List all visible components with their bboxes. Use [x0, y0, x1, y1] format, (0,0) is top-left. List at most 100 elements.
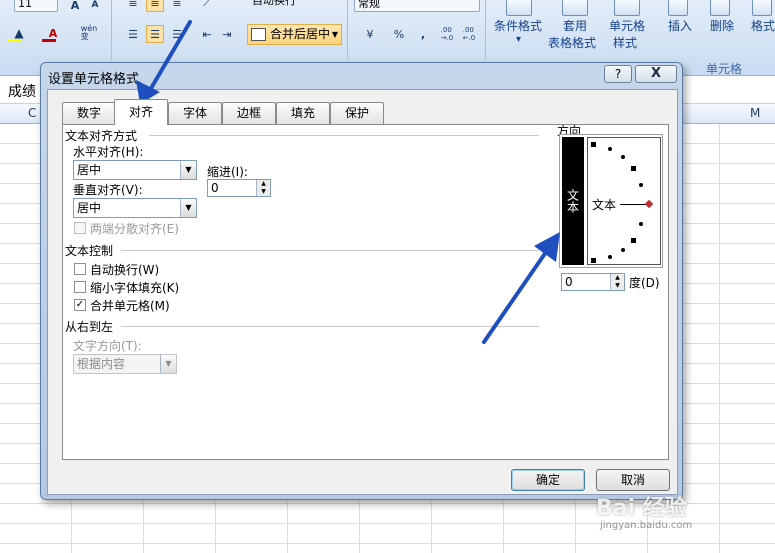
vertical-align-select[interactable]: 居中 ▼: [73, 198, 197, 218]
decrease-decimal-button[interactable]: .00 ←.0: [460, 25, 478, 43]
orientation-point[interactable]: [608, 255, 612, 259]
format-button[interactable]: 格式: [751, 17, 775, 34]
fill-color-button[interactable]: ▲: [6, 24, 32, 42]
orientation-handle[interactable]: [644, 199, 654, 209]
align-center-button[interactable]: ☰: [146, 25, 164, 43]
spinner-arrows-icon[interactable]: ▲ ▼: [610, 274, 624, 290]
orientation-point[interactable]: [621, 248, 625, 252]
indent-label: 缩进(I):: [207, 165, 248, 179]
tab-border[interactable]: 边框: [222, 102, 276, 124]
merge-icon: [251, 28, 266, 41]
align-right-button[interactable]: ☰: [168, 25, 186, 43]
tab-number[interactable]: 数字: [62, 102, 116, 124]
align-right-icon: ☰: [172, 27, 182, 41]
delete-icon: [710, 0, 730, 16]
orientation-control[interactable]: 文本 文本: [559, 134, 663, 268]
merge-cells-checkbox[interactable]: ✓: [74, 299, 86, 311]
merge-center-label: 合并后居中: [270, 27, 331, 41]
orientation-point[interactable]: [631, 238, 636, 243]
percent-button[interactable]: %: [390, 25, 408, 43]
text-control-heading: 文本控制: [65, 244, 114, 258]
ok-button[interactable]: 确定: [511, 469, 585, 491]
orientation-point[interactable]: [639, 183, 643, 187]
horizontal-align-select[interactable]: 居中 ▼: [73, 160, 197, 180]
increase-decimal-button[interactable]: .00 →.0: [438, 25, 456, 43]
text-direction-value: 根据内容: [77, 357, 126, 371]
column-header-m[interactable]: M: [750, 106, 760, 120]
orientation-button[interactable]: ⟋: [198, 0, 216, 12]
phonetic-button[interactable]: wén 变: [76, 24, 102, 42]
orientation-needle: [620, 204, 648, 205]
format-cells-dialog: 设置单元格格式 ? X 数字 对齐 字体 边框 填充 保护 文本对齐方式 水平对…: [40, 62, 683, 500]
tab-font[interactable]: 字体: [168, 102, 222, 124]
spinner-arrows-icon[interactable]: ▲ ▼: [256, 180, 270, 196]
column-header-c[interactable]: C: [28, 106, 36, 120]
shrink-to-fit-label: 缩小字体填充(K): [90, 281, 180, 295]
section-divider: [121, 250, 539, 251]
table-format-icon: [562, 0, 588, 16]
font-color-button[interactable]: A: [40, 24, 66, 42]
orientation-point[interactable]: [639, 222, 643, 226]
indent-spinner[interactable]: 0 ▲ ▼: [207, 179, 271, 197]
chevron-down-icon: ▼: [180, 161, 196, 179]
name-box[interactable]: 成绩: [8, 81, 36, 101]
orientation-point[interactable]: [591, 142, 596, 147]
align-bottom-icon: ≡: [172, 0, 182, 10]
align-left-button[interactable]: ☰: [124, 25, 142, 43]
section-divider: [149, 135, 539, 136]
ribbon-number-group: 常规 ¥ % , .00 →.0 .00 ←.0: [348, 0, 486, 60]
increase-indent-button[interactable]: ⇥: [218, 25, 236, 43]
comma-button[interactable]: ,: [414, 25, 432, 43]
delete-button[interactable]: 删除: [710, 17, 734, 34]
font-size-combo[interactable]: 11: [14, 0, 58, 12]
align-top-button[interactable]: ≡: [124, 0, 142, 12]
orientation-point[interactable]: [621, 155, 625, 159]
insert-icon: [668, 0, 688, 16]
paint-bucket-icon: ▲: [14, 26, 24, 40]
vertical-text-button[interactable]: 文本: [562, 137, 584, 265]
degree-value: 0: [565, 275, 573, 289]
align-middle-button[interactable]: ≡: [146, 0, 164, 12]
currency-button[interactable]: ¥: [356, 25, 384, 43]
orientation-preview-text: 文本: [592, 198, 617, 212]
vertical-align-value: 居中: [77, 201, 102, 215]
help-button[interactable]: ?: [604, 65, 632, 83]
orientation-point[interactable]: [591, 258, 596, 263]
text-direction-select[interactable]: 根据内容 ▼: [73, 354, 177, 374]
number-format-combo[interactable]: 常规: [354, 0, 480, 12]
decrease-indent-button[interactable]: ⇤: [198, 25, 216, 43]
close-button[interactable]: X: [635, 65, 677, 83]
wrap-text-checkbox[interactable]: [74, 263, 86, 275]
shrink-to-fit-checkbox[interactable]: [74, 281, 86, 293]
indent-icon: ⇥: [222, 27, 232, 41]
chevron-down-icon: ▼: [331, 30, 338, 39]
table-format-button[interactable]: 表格格式: [548, 34, 596, 51]
horizontal-align-value: 居中: [77, 163, 102, 177]
orientation-dial[interactable]: 文本: [587, 137, 661, 265]
checkmark-icon: ✓: [75, 299, 85, 310]
align-middle-icon: ≡: [150, 0, 160, 10]
rtl-heading: 从右到左: [65, 320, 114, 334]
conditional-format-button[interactable]: 条件格式: [494, 17, 542, 34]
wrap-text-button[interactable]: 自动换行: [252, 0, 296, 8]
degree-spinner[interactable]: 0 ▲ ▼: [561, 273, 625, 291]
tab-protection[interactable]: 保护: [330, 102, 384, 124]
vertical-align-label: 垂直对齐(V):: [73, 183, 143, 197]
currency-icon: ¥: [366, 27, 374, 41]
orientation-point[interactable]: [608, 147, 612, 151]
align-top-icon: ≡: [128, 0, 138, 10]
align-bottom-button[interactable]: ≡: [168, 0, 186, 12]
baidu-watermark: Bai 经验: [596, 496, 687, 521]
grow-font-button[interactable]: A: [66, 0, 84, 14]
tab-fill[interactable]: 填充: [276, 102, 330, 124]
cancel-button[interactable]: 取消: [596, 469, 670, 491]
merge-center-button[interactable]: 合并后居中 ▼: [247, 24, 342, 45]
insert-button[interactable]: 插入: [668, 17, 692, 34]
tab-alignment[interactable]: 对齐: [114, 99, 168, 125]
degree-label: 度(D): [629, 276, 660, 290]
justify-distributed-checkbox[interactable]: [74, 222, 86, 234]
cell-style-button[interactable]: 单元格: [609, 17, 645, 34]
orientation-point[interactable]: [631, 166, 636, 171]
horizontal-align-label: 水平对齐(H):: [73, 145, 144, 159]
shrink-font-button[interactable]: A: [86, 0, 104, 14]
